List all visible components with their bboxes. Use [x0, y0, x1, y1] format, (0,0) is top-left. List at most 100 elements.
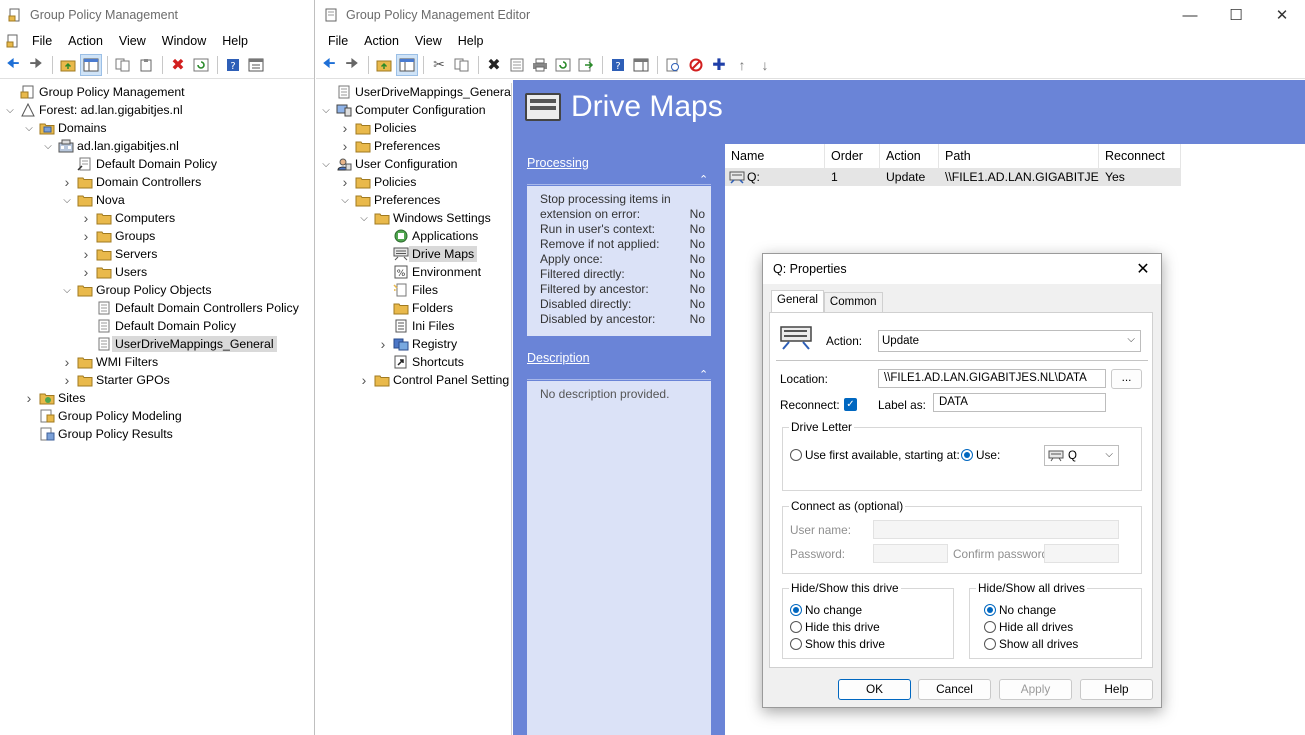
- cancel-button[interactable]: Cancel: [918, 679, 991, 700]
- chevron-down-icon[interactable]: ⌵: [61, 284, 73, 296]
- chevron-right-icon[interactable]: ›: [80, 246, 92, 262]
- dialog-close-icon[interactable]: ✕: [1133, 259, 1153, 279]
- chevron-right-icon[interactable]: ›: [61, 354, 73, 370]
- gpm-tree-node[interactable]: Default Domain Controllers Policy: [80, 299, 299, 317]
- show-hide-tree-icon[interactable]: [396, 53, 418, 76]
- gpme-tree-node[interactable]: UserDriveMappings_General [SD: [320, 83, 511, 101]
- chevron-right-icon[interactable]: ›: [23, 390, 35, 406]
- cut-icon[interactable]: ✂: [428, 54, 450, 76]
- label-as-field[interactable]: DATA: [933, 393, 1106, 412]
- export-list-icon[interactable]: [575, 54, 597, 76]
- gpm-tree-node[interactable]: Default Domain Policy: [80, 317, 236, 335]
- delete-icon[interactable]: ✖: [167, 54, 189, 76]
- gpme-tree-node[interactable]: Drive Maps: [377, 245, 478, 263]
- gpm-menu-help[interactable]: Help: [214, 34, 256, 48]
- confirm-password-field[interactable]: [1044, 544, 1119, 563]
- gpm-tree-node[interactable]: › Starter GPOs: [61, 371, 170, 389]
- disable-item-icon[interactable]: [685, 54, 707, 76]
- apply-button[interactable]: Apply: [999, 679, 1072, 700]
- print-icon[interactable]: [529, 54, 551, 76]
- maximize-button[interactable]: ☐: [1213, 0, 1259, 30]
- help-button[interactable]: Help: [1080, 679, 1153, 700]
- gpm-menu-icon[interactable]: [6, 34, 20, 48]
- action-select[interactable]: Update ⌵: [878, 330, 1141, 352]
- chevron-right-icon[interactable]: ›: [339, 138, 351, 154]
- column-header-order[interactable]: Order: [825, 144, 880, 168]
- move-down-icon[interactable]: ↓: [754, 54, 776, 76]
- column-header-action[interactable]: Action: [880, 144, 939, 168]
- this-no-change-radio[interactable]: No change: [790, 603, 862, 617]
- gpm-tree-node[interactable]: ⌵ Nova: [61, 191, 125, 209]
- gpme-tree-node[interactable]: Folders: [377, 299, 453, 317]
- hide-all-drives-radio[interactable]: Hide all drives: [984, 620, 1073, 634]
- gpm-tree-node[interactable]: ⌵ ad.lan.gigabitjes.nl: [42, 137, 179, 155]
- chevron-down-icon[interactable]: ⌵: [320, 158, 332, 170]
- add-item-icon[interactable]: ✚: [708, 54, 730, 76]
- back-arrow-icon[interactable]: 🠈: [2, 54, 24, 76]
- delete-icon[interactable]: ✖: [483, 54, 505, 76]
- gpm-tree-node[interactable]: › Groups: [80, 227, 156, 245]
- gpme-tree-node[interactable]: › Preferences: [339, 137, 441, 155]
- help-icon[interactable]: ?: [222, 54, 244, 76]
- show-this-drive-radio[interactable]: Show this drive: [790, 637, 885, 651]
- all-no-change-radio[interactable]: No change: [984, 603, 1056, 617]
- paste-icon[interactable]: [135, 54, 157, 76]
- gpm-tree-node[interactable]: › Computers: [80, 209, 175, 227]
- show-all-drives-radio[interactable]: Show all drives: [984, 637, 1078, 651]
- gpm-tree-node[interactable]: Group Policy Modeling: [23, 407, 182, 425]
- move-up-icon[interactable]: ↑: [731, 54, 753, 76]
- gpme-tree-node[interactable]: Ini Files: [377, 317, 454, 335]
- properties-icon[interactable]: [506, 54, 528, 76]
- refresh-icon[interactable]: [552, 54, 574, 76]
- column-header-path[interactable]: Path: [939, 144, 1099, 168]
- gpm-tree-node[interactable]: Group Policy Management: [4, 83, 185, 101]
- list-item[interactable]: Q: 1 Update \\FILE1.AD.LAN.GIGABITJE... …: [725, 168, 1181, 186]
- gpm-menu-window[interactable]: Window: [154, 34, 214, 48]
- forward-arrow-icon[interactable]: 🠊: [341, 54, 363, 76]
- tab-common[interactable]: Common: [823, 292, 883, 312]
- hide-this-drive-radio[interactable]: Hide this drive: [790, 620, 880, 634]
- gpm-tree-node[interactable]: UserDriveMappings_General: [80, 335, 277, 353]
- gpme-tree-node[interactable]: › Policies: [339, 173, 417, 191]
- gpme-tree-node[interactable]: ⌵ User Configuration: [320, 155, 457, 173]
- gpm-menu-file[interactable]: File: [24, 34, 60, 48]
- column-header-reconnect[interactable]: Reconnect: [1099, 144, 1181, 168]
- drive-letter-select[interactable]: Q ⌵: [1044, 445, 1119, 466]
- browse-button[interactable]: ...: [1111, 369, 1142, 389]
- chevron-right-icon[interactable]: ›: [80, 264, 92, 280]
- gpme-tree-node[interactable]: › Control Panel Setting: [358, 371, 510, 389]
- gpme-tree-node[interactable]: Shortcuts: [377, 353, 464, 371]
- gpm-tree-node[interactable]: › Servers: [80, 245, 158, 263]
- use-first-available-radio[interactable]: Use first available, starting at:: [790, 448, 960, 462]
- refresh-icon[interactable]: [190, 54, 212, 76]
- chevron-right-icon[interactable]: ›: [80, 228, 92, 244]
- close-window-button[interactable]: ✕: [1259, 0, 1305, 30]
- gpme-menu-file[interactable]: File: [320, 34, 356, 48]
- chevron-right-icon[interactable]: ›: [339, 174, 351, 190]
- reconnect-checkbox[interactable]: ✓: [844, 398, 857, 411]
- chevron-down-icon[interactable]: ⌵: [4, 104, 16, 116]
- chevron-down-icon[interactable]: ⌵: [339, 194, 351, 206]
- properties-icon[interactable]: [245, 54, 267, 76]
- gpm-menu-view[interactable]: View: [111, 34, 154, 48]
- show-hide-tree-icon[interactable]: [80, 53, 102, 76]
- show-action-pane-icon[interactable]: [630, 54, 652, 76]
- gpme-tree-node[interactable]: Files: [377, 281, 438, 299]
- gpme-tree-node[interactable]: ⌵ Computer Configuration: [320, 101, 485, 119]
- copy-icon[interactable]: [112, 54, 134, 76]
- gpme-menu-help[interactable]: Help: [450, 34, 492, 48]
- gpme-tree-node[interactable]: ⌵ Preferences: [339, 191, 440, 209]
- chevron-down-icon[interactable]: ⌵: [358, 212, 370, 224]
- up-folder-icon[interactable]: [373, 54, 395, 76]
- gpme-menu-view[interactable]: View: [407, 34, 450, 48]
- gpm-tree-node[interactable]: › Sites: [23, 389, 86, 407]
- description-link[interactable]: Description: [527, 351, 590, 365]
- gpm-tree-node[interactable]: ⌵ Group Policy Objects: [61, 281, 211, 299]
- gpm-tree-node[interactable]: Default Domain Policy: [61, 155, 217, 173]
- gpm-tree-node[interactable]: › Users: [80, 263, 147, 281]
- gpm-tree-node[interactable]: › Domain Controllers: [61, 173, 202, 191]
- chevron-down-icon[interactable]: ⌵: [23, 122, 35, 134]
- gpme-tree-node[interactable]: › Registry: [377, 335, 457, 353]
- chevron-right-icon[interactable]: ›: [80, 210, 92, 226]
- gpme-tree-node[interactable]: › Policies: [339, 119, 417, 137]
